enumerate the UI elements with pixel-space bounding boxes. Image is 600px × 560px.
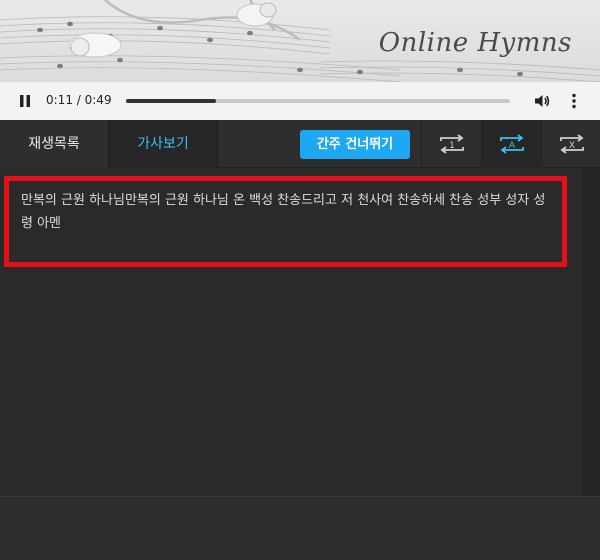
repeat-off-button[interactable]: X: [541, 120, 600, 168]
lyrics-highlight-box: 만복의 근원 하나님만복의 근원 하나님 온 백성 찬송드리고 저 천사여 찬송…: [4, 176, 567, 267]
tab-playlist[interactable]: 재생목록: [0, 120, 108, 168]
time-readout: 0:11 / 0:49: [46, 93, 112, 107]
repeat-one-icon: 1: [440, 134, 464, 154]
progress-fill: [126, 99, 217, 103]
banner-title: Online Hymns: [378, 28, 572, 58]
time-separator: /: [72, 93, 85, 107]
lyrics-scrollbar[interactable]: [582, 168, 600, 496]
repeat-all-label: A: [509, 141, 516, 151]
repeat-off-icon: X: [560, 134, 584, 154]
repeat-one-label: 1: [449, 141, 455, 151]
repeat-all-icon: A: [500, 134, 524, 154]
progress-bar[interactable]: [126, 99, 510, 103]
duration: 0:49: [84, 93, 112, 107]
audio-player: 0:11 / 0:49: [0, 82, 600, 120]
current-time: 0:11: [46, 93, 73, 107]
pause-icon[interactable]: [16, 92, 34, 110]
lyrics-text: 만복의 근원 하나님만복의 근원 하나님 온 백성 찬송드리고 저 천사여 찬송…: [21, 193, 546, 231]
banner: Online Hymns: [0, 0, 600, 82]
footer-bar: [0, 496, 600, 560]
volume-icon[interactable]: [533, 92, 551, 110]
toolbar: 재생목록 가사보기 간주 건너뛰기 1 A X: [0, 120, 600, 168]
hymn-player-app: Online Hymns 0:11 / 0:49 재생목록 가사보기 간주 건너…: [0, 0, 600, 560]
repeat-off-label: X: [569, 141, 575, 151]
tab-lyrics[interactable]: 가사보기: [108, 120, 218, 168]
more-options-icon[interactable]: [566, 92, 582, 110]
lyrics-panel[interactable]: 만복의 근원 하나님만복의 근원 하나님 온 백성 찬송드리고 저 천사여 찬송…: [0, 168, 582, 496]
repeat-all-button[interactable]: A: [481, 120, 540, 168]
repeat-one-button[interactable]: 1: [421, 120, 480, 168]
skip-intro-button[interactable]: 간주 건너뛰기: [300, 130, 410, 159]
